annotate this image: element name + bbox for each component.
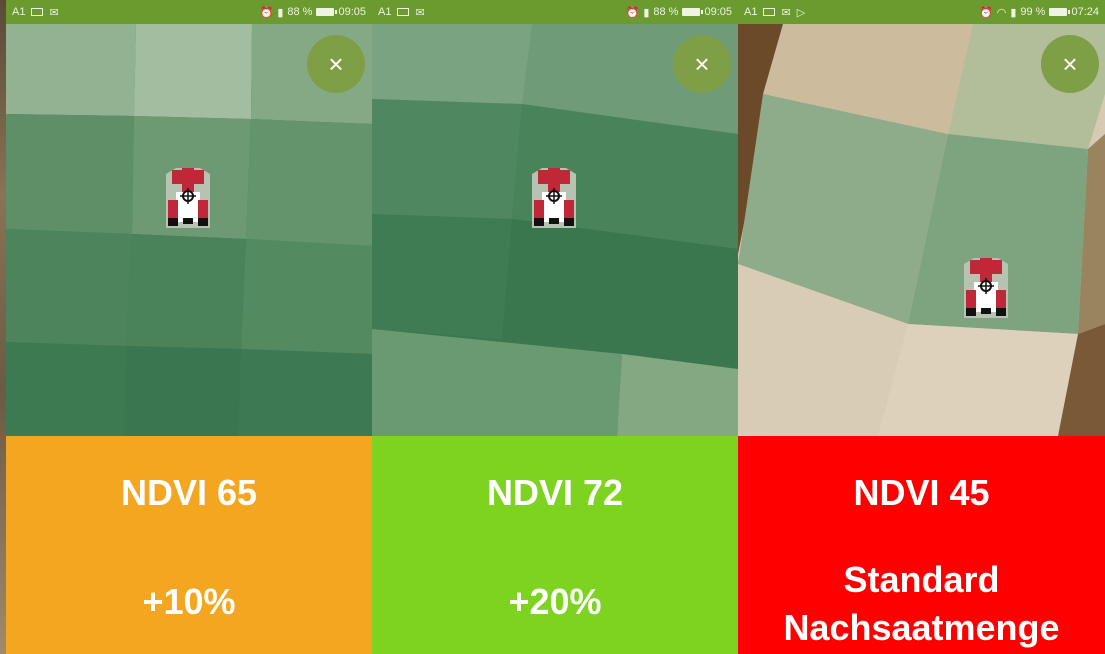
close-button[interactable]: × [307,35,365,93]
phone-screen-2: A1 ✉ ⏰ ▮ 88 % 09:05 × NDVI 72 +20% [372,0,738,654]
carrier-label: A1 [378,6,392,18]
recommendation-panel: NDVI 65 +10% [6,436,372,654]
tractor-icon [532,168,576,228]
battery-icon [316,8,338,16]
tractor-icon [166,168,210,228]
wifi-icon: ◠ [996,6,1007,19]
battery-percent: 88 % [653,6,679,18]
signal-icon: ▮ [277,6,284,19]
phone-screen-3: A1 ✉ ▷ ⏰ ◠ ▮ 99 % 07:24 × NDVI 45 Standa… [738,0,1105,654]
ndvi-value: NDVI 45 [853,472,990,513]
seed-rate-adjustment: +20% [508,581,602,622]
ndvi-value: NDVI 72 [486,472,624,513]
recommendation-panel: NDVI 45 Standard Nachsaatmenge [738,436,1105,654]
ndvi-value: NDVI 65 [120,472,258,513]
seed-rate-line-2: Nachsaatmenge [783,607,1060,648]
battery-icon [1049,8,1071,16]
status-bar: A1 ✉ ⏰ ▮ 88 % 09:05 [6,0,372,24]
carrier-label: A1 [744,6,758,18]
mail-icon: ✉ [49,6,59,19]
clock: 09:05 [704,6,732,18]
close-button[interactable]: × [1041,35,1099,93]
carrier-label: A1 [12,6,26,18]
mail-icon: ✉ [781,6,791,19]
seed-rate-line-1: Standard [843,559,1000,600]
seed-rate-adjustment: +10% [142,581,236,622]
close-button[interactable]: × [673,35,731,93]
phone-screen-1: A1 ✉ ⏰ ▮ 88 % 09:05 × NDVI 65 +10% [6,0,372,654]
notification-icon [397,8,410,16]
alarm-icon: ⏰ [979,6,993,19]
clock: 09:05 [338,6,366,18]
tractor-icon [964,258,1008,318]
mail-icon: ✉ [415,6,425,19]
battery-icon [682,8,704,16]
battery-percent: 88 % [287,6,313,18]
signal-icon: ▮ [643,6,650,19]
signal-icon: ▮ [1010,6,1017,19]
alarm-icon: ⏰ [625,6,640,19]
recommendation-panel: NDVI 72 +20% [372,436,738,654]
notification-icon [763,8,776,16]
alarm-icon: ⏰ [259,6,274,19]
clock: 07:24 [1071,6,1099,18]
notification-icon [31,8,44,16]
status-bar: A1 ✉ ⏰ ▮ 88 % 09:05 [372,0,738,24]
battery-percent: 99 % [1020,6,1046,18]
play-icon: ▷ [796,6,806,19]
seed-rate-adjustment: Standard Nachsaatmenge [738,556,1105,652]
status-bar: A1 ✉ ▷ ⏰ ◠ ▮ 99 % 07:24 [738,0,1105,24]
